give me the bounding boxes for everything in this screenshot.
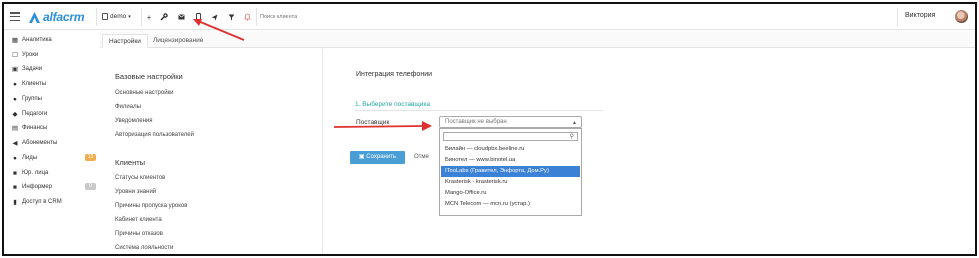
divider	[141, 8, 142, 26]
divider	[256, 8, 257, 26]
menu-icon[interactable]	[10, 12, 20, 22]
sidebar-item-label: Педагоги	[22, 111, 48, 117]
sidebar-item-label: Юр. лица	[22, 170, 49, 176]
provider-select-value: Поставщик не выбран	[445, 119, 507, 125]
provider-option[interactable]: Mango-Office.ru	[441, 188, 580, 199]
sidebar-item-lessons[interactable]: ☐ Уроки	[11, 50, 97, 60]
provider-dropdown: ⚲ Билайн — cloudpbx.beeline.ru Бинотел —…	[439, 128, 582, 216]
sidebar-item-tasks[interactable]: ▣ Задачи	[11, 64, 97, 74]
envelope-icon[interactable]	[176, 12, 186, 22]
provider-select[interactable]: Поставщик не выбран ▲	[439, 116, 582, 128]
app-window: alfacrm demo ▾ + Виктория	[2, 2, 977, 256]
step-title: 1. Выберите поставщика	[355, 101, 431, 108]
sidebar-item-label: Группы	[22, 96, 42, 102]
divider	[897, 8, 898, 26]
tab-settings[interactable]: Настройки	[102, 34, 148, 48]
branch-selector[interactable]: demo ▾	[102, 13, 131, 20]
settings-link-client-cabinet[interactable]: Кабинет клиента	[115, 217, 162, 223]
inbox-icon: ■	[13, 183, 17, 191]
annotation-arrow-icon	[193, 19, 245, 41]
divider	[355, 110, 603, 111]
sidebar-item-label: Клиенты	[22, 81, 47, 87]
sidebar-item-label: Абонементы	[22, 140, 58, 146]
informer-count-badge: 0	[85, 183, 96, 190]
sidebar-item-label: Информер	[22, 184, 53, 190]
logo[interactable]: alfacrm	[28, 10, 84, 24]
chart-icon: ▦	[11, 37, 19, 44]
sidebar-item-label: Уроки	[22, 52, 39, 58]
save-button-label: Сохранить	[366, 154, 397, 160]
sidebar-item-label: Аналитика	[22, 37, 52, 43]
settings-link-general[interactable]: Основные настройки	[115, 90, 174, 96]
settings-link-knowledge-levels[interactable]: Уровни знаний	[115, 189, 156, 195]
settings-link-branches[interactable]: Филиалы	[115, 104, 141, 110]
settings-menu: Базовые настройки Основные настройки Фил…	[100, 49, 323, 254]
sidebar-item-label: Финансы	[22, 125, 48, 131]
sidebar-item-groups[interactable]: ● Группы	[11, 94, 97, 104]
sidebar-item-subscriptions[interactable]: ◀ Абонементы	[11, 138, 97, 148]
client-search-input[interactable]	[260, 12, 380, 22]
provider-option[interactable]: Бинотел — www.binotel.ua	[441, 155, 580, 166]
clients-section-title: Клиенты	[115, 158, 146, 167]
settings-link-refusal-reasons[interactable]: Причины отказов	[115, 231, 163, 237]
logo-text: alfacrm	[43, 10, 85, 24]
save-button[interactable]: ▣ Сохранить	[350, 151, 405, 164]
branch-icon	[102, 13, 108, 20]
cancel-button[interactable]: Отме	[414, 151, 438, 164]
provider-option[interactable]: Билайн — cloudpbx.beeline.ru	[441, 144, 580, 155]
calendar-icon: ☐	[12, 52, 18, 59]
caret-down-icon: ▲	[572, 120, 577, 126]
settings-link-authorization[interactable]: Авторизация пользователей	[115, 132, 194, 138]
settings-link-absence-reasons[interactable]: Причины пропуска уроков	[115, 203, 187, 209]
annotation-arrow-icon	[333, 121, 432, 131]
divider	[96, 8, 97, 26]
base-settings-title: Базовые настройки	[115, 72, 183, 81]
sidebar-item-label: Лиды	[22, 155, 38, 161]
sidebar-item-label: Задачи	[22, 66, 43, 72]
money-icon: ▤	[11, 125, 19, 132]
branch-selector-label: demo	[110, 13, 127, 20]
avatar[interactable]	[955, 10, 968, 23]
top-bar: alfacrm demo ▾ + Виктория	[4, 4, 975, 30]
sidebar-item-clients[interactable]: ● Клиенты	[11, 79, 97, 89]
leads-count-badge: 13	[85, 154, 96, 161]
users-icon: ●	[13, 95, 17, 103]
sidebar: ▦ Аналитика ☐ Уроки ▣ Задачи ● Клиенты ●…	[4, 31, 100, 254]
tag-icon: ◀	[12, 140, 18, 147]
provider-option[interactable]: Krasterisk - krasterisk.ru	[441, 177, 580, 188]
settings-link-notifications[interactable]: Уведомления	[115, 118, 153, 124]
sidebar-item-informer[interactable]: ■ Информер 0	[11, 182, 97, 192]
lead-icon: ●	[13, 154, 17, 162]
user-icon: ●	[13, 80, 17, 88]
page-title: Интеграция телефонии	[356, 71, 433, 78]
settings-link-client-statuses[interactable]: Статусы клиентов	[115, 175, 165, 181]
provider-option[interactable]: MCN Telecom — mcn.ru (устар.)	[441, 199, 580, 210]
tasks-icon: ▣	[11, 66, 19, 73]
sidebar-item-crm-access[interactable]: ▮ Доступ в CRM	[11, 197, 97, 207]
sidebar-item-leads[interactable]: ● Лиды 13	[11, 153, 97, 163]
sidebar-item-legal-entities[interactable]: ■ Юр. лица	[11, 168, 97, 178]
graduation-icon: ◆	[12, 111, 18, 118]
settings-link-loyalty[interactable]: Система лояльности	[115, 245, 173, 251]
sidebar-item-label: Доступ в CRM	[22, 199, 62, 205]
sidebar-item-teachers[interactable]: ◆ Педагоги	[11, 109, 97, 119]
caret-down-icon: ▾	[128, 13, 131, 20]
dropdown-search-input[interactable]: ⚲	[443, 132, 578, 141]
search-icon: ⚲	[569, 134, 574, 140]
logo-mark-icon	[28, 11, 41, 24]
plus-icon[interactable]: +	[144, 12, 154, 22]
sidebar-item-finance[interactable]: ▤ Финансы	[11, 123, 97, 133]
provider-option-highlighted[interactable]: ITooLabs (Гравител, Энфорта, Дом.Ру)	[441, 166, 580, 177]
sidebar-item-analytics[interactable]: ▦ Аналитика	[11, 35, 97, 45]
wrench-icon[interactable]	[159, 12, 169, 22]
telephony-panel: Интеграция телефонии 1. Выберите поставщ…	[324, 49, 975, 254]
lock-icon: ▮	[13, 199, 17, 206]
user-name[interactable]: Виктория	[905, 12, 935, 19]
building-icon: ■	[13, 169, 17, 177]
